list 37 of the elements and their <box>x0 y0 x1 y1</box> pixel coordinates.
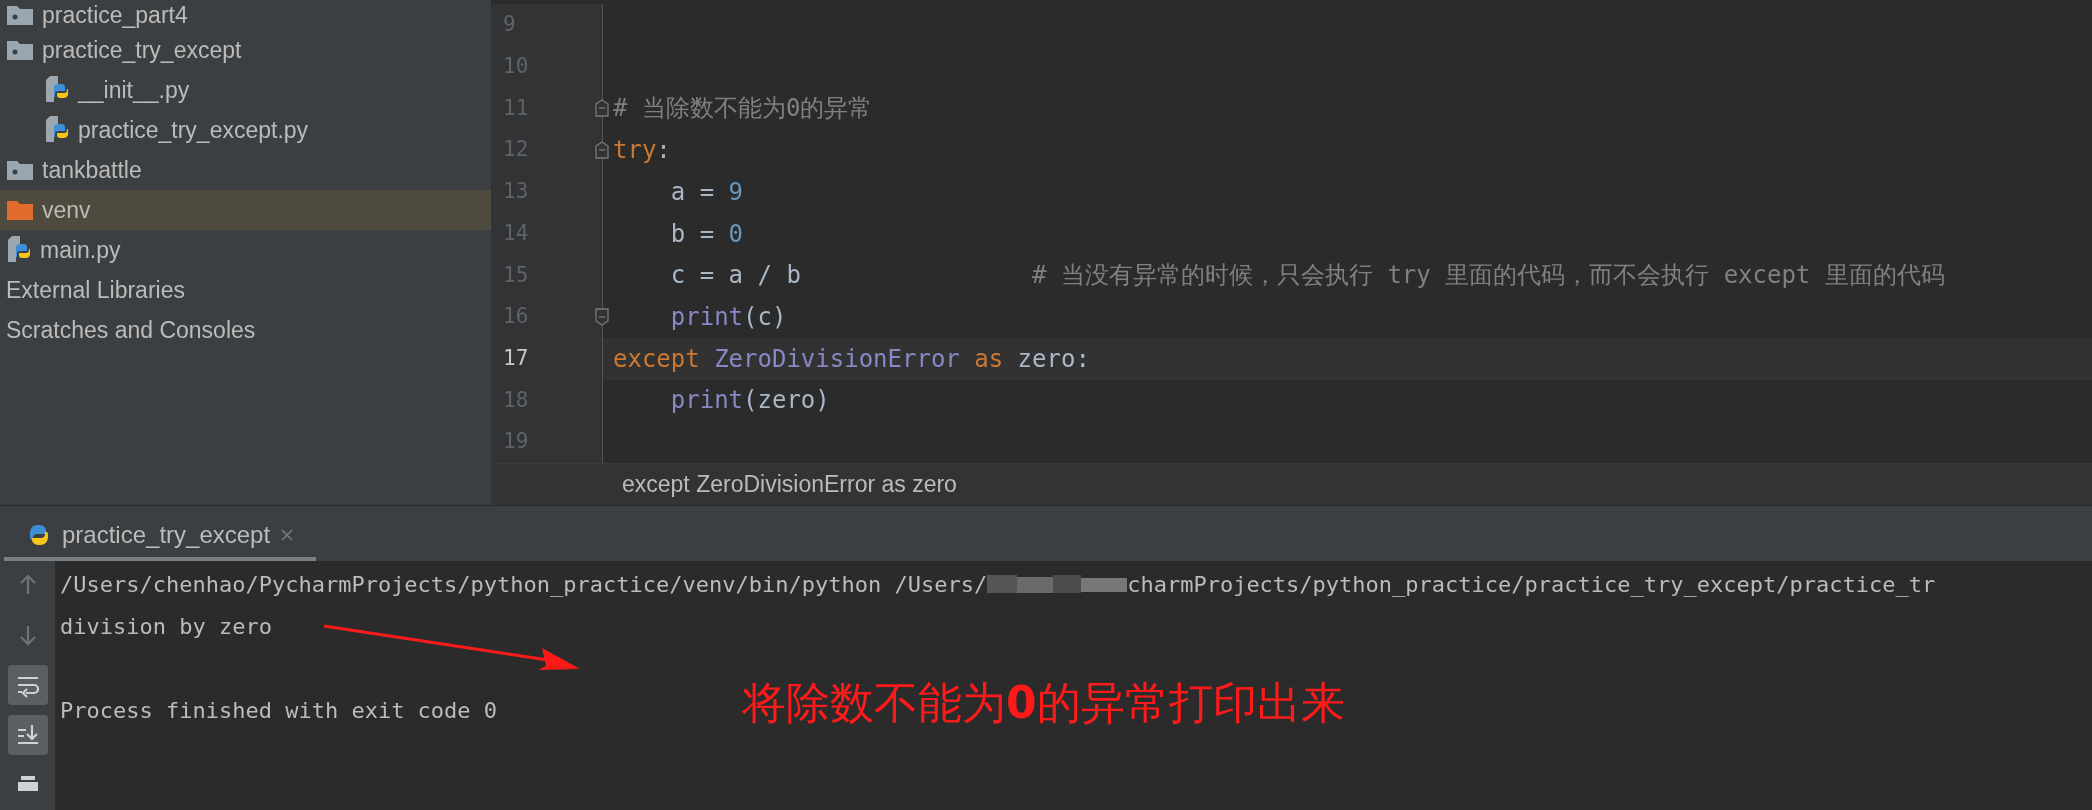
console-text: division by zero <box>60 612 272 641</box>
code-line: print(zero) <box>669 385 830 417</box>
code-line: a = 9 <box>669 176 744 208</box>
code-line: b = 0 <box>669 218 744 250</box>
tree-item[interactable]: practice_try_except <box>0 30 491 70</box>
tree-item[interactable]: tankbattle <box>0 150 491 190</box>
fold-icon[interactable] <box>595 140 610 160</box>
folder-icon <box>6 4 34 26</box>
tree-item[interactable]: main.py <box>0 230 491 270</box>
code-line: c = a / b # 当没有异常的时候，只会执行 try 里面的代码，而不会执行 except 里面的代码 <box>669 260 1945 292</box>
folder-icon <box>6 159 34 181</box>
annotation-text: 将除数不能为0的异常打印出来 <box>742 676 1345 730</box>
folder-icon <box>6 39 34 61</box>
tree-item[interactable]: venv <box>0 190 491 230</box>
console-text: /Users/chenhao/PycharmProjects/python_practice/venv/bin/python /Users/ <box>60 570 988 599</box>
python-file-icon <box>44 76 70 104</box>
soft-wrap-button[interactable] <box>7 665 48 705</box>
scroll-to-end-button[interactable] <box>7 715 48 755</box>
code-line: # 当除数不能为0的异常 <box>613 93 873 125</box>
code-line: except ZeroDivisionError as zero: <box>613 343 1090 375</box>
code-line: print(c) <box>669 302 787 333</box>
code-line: try: <box>613 135 671 167</box>
console-text: charmProjects/python_practice/practice_try_except/practice_tr <box>1127 570 1936 599</box>
close-icon[interactable] <box>280 528 295 542</box>
python-file-icon <box>6 236 32 264</box>
fold-icon[interactable] <box>595 98 610 118</box>
tree-item[interactable]: practice_part4 <box>0 0 491 30</box>
console-text: Process finished with exit code 0 <box>60 696 498 725</box>
tree-item[interactable]: __init__.py <box>0 70 491 110</box>
fold-icon[interactable] <box>595 307 610 327</box>
folder-icon <box>6 199 34 221</box>
python-file-icon <box>44 116 70 144</box>
breadcrumb[interactable]: except ZeroDivisionError as zero <box>622 467 957 502</box>
line-number: 17 <box>503 345 530 372</box>
tree-item[interactable]: External Libraries <box>0 270 491 310</box>
tree-item[interactable]: Scratches and Consoles <box>0 310 491 350</box>
tree-item[interactable]: practice_try_except.py <box>0 110 491 150</box>
